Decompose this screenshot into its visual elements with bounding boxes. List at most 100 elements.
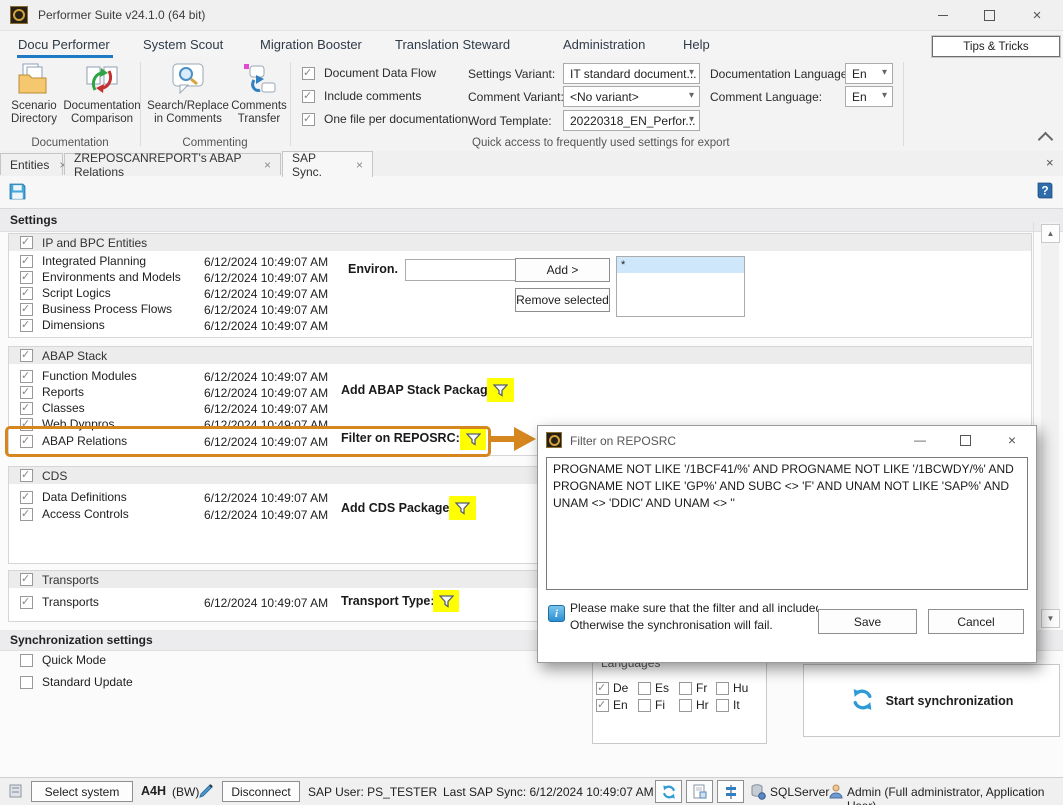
scenario-directory-button[interactable]: Scenario Directory bbox=[4, 62, 64, 126]
language-fr[interactable]: Fr bbox=[679, 681, 707, 695]
checkbox-icon[interactable] bbox=[302, 67, 315, 80]
dialog-maximize-button[interactable] bbox=[949, 426, 981, 454]
section-header-row[interactable]: ABAP Stack bbox=[9, 347, 1031, 364]
language-hr[interactable]: Hr bbox=[679, 698, 709, 712]
close-button[interactable]: × bbox=[1014, 0, 1060, 30]
minimize-button[interactable] bbox=[920, 0, 966, 30]
comment-language-dropdown[interactable]: En bbox=[845, 86, 893, 107]
checkbox-icon[interactable] bbox=[20, 654, 33, 667]
tips-and-tricks-button[interactable]: Tips & Tricks bbox=[932, 36, 1060, 57]
entity-row[interactable]: Transports bbox=[20, 595, 99, 609]
checkbox-icon[interactable] bbox=[20, 469, 33, 482]
settings-compare-button[interactable] bbox=[717, 780, 744, 803]
dialog-close-button[interactable]: × bbox=[996, 426, 1028, 454]
sync-status-button[interactable] bbox=[655, 780, 682, 803]
checkbox-icon[interactable] bbox=[302, 113, 315, 126]
checkbox-icon[interactable] bbox=[20, 349, 33, 362]
checkbox-icon[interactable] bbox=[20, 402, 33, 415]
save-button[interactable]: Save bbox=[818, 609, 917, 634]
checkbox-icon[interactable] bbox=[20, 508, 33, 521]
standard-update-option[interactable]: Standard Update bbox=[20, 675, 133, 689]
entity-row[interactable]: Data Definitions bbox=[20, 490, 127, 504]
comments-transfer-button[interactable]: Comments Transfer bbox=[230, 62, 288, 126]
language-en[interactable]: En bbox=[596, 698, 628, 712]
filter-icon[interactable] bbox=[487, 378, 514, 402]
tab-entities[interactable]: Entities× bbox=[0, 153, 63, 175]
option-one-file-per-documentation[interactable]: One file per documentation bbox=[302, 112, 468, 126]
documentation-language-dropdown[interactable]: En bbox=[845, 63, 893, 84]
entity-row[interactable]: Integrated Planning bbox=[20, 254, 146, 268]
entity-row[interactable]: Classes bbox=[20, 401, 85, 415]
checkbox-icon[interactable] bbox=[638, 682, 651, 695]
save-icon[interactable] bbox=[8, 182, 27, 204]
entity-row[interactable]: Script Logics bbox=[20, 286, 111, 300]
cancel-button[interactable]: Cancel bbox=[928, 609, 1024, 634]
menu-item-help[interactable]: Help bbox=[683, 37, 710, 52]
menu-item-system-scout[interactable]: System Scout bbox=[143, 37, 223, 52]
documentation-comparison-button[interactable]: Documentation Comparison bbox=[62, 62, 142, 126]
scroll-up-icon[interactable]: ▲ bbox=[1041, 224, 1060, 243]
checkbox-icon[interactable] bbox=[596, 699, 609, 712]
comment-variant-dropdown[interactable]: <No variant> bbox=[563, 86, 700, 107]
option-document-data-flow[interactable]: Document Data Flow bbox=[302, 66, 436, 80]
collapse-ribbon-icon[interactable] bbox=[1040, 134, 1051, 145]
checkbox-icon[interactable] bbox=[20, 370, 33, 383]
menu-item-migration-booster[interactable]: Migration Booster bbox=[260, 37, 362, 52]
checkbox-icon[interactable] bbox=[716, 682, 729, 695]
checkbox-icon[interactable] bbox=[20, 271, 33, 284]
select-system-button[interactable]: Select system bbox=[31, 781, 133, 802]
filter-icon[interactable] bbox=[449, 496, 476, 520]
entity-row[interactable]: Reports bbox=[20, 385, 84, 399]
checkbox-icon[interactable] bbox=[679, 699, 692, 712]
help-icon[interactable]: ? bbox=[1036, 181, 1054, 203]
environ-add-button[interactable]: Add > bbox=[515, 258, 610, 282]
filter-icon[interactable] bbox=[433, 590, 459, 612]
entity-row[interactable]: Function Modules bbox=[20, 369, 137, 383]
language-it[interactable]: It bbox=[716, 698, 740, 712]
filter-expression-input[interactable]: PROGNAME NOT LIKE '/1BCF41/%' AND PROGNA… bbox=[546, 457, 1028, 590]
environ-input[interactable] bbox=[405, 259, 517, 281]
checkbox-icon[interactable] bbox=[20, 303, 33, 316]
scroll-down-icon[interactable]: ▼ bbox=[1041, 609, 1060, 628]
export-doc-button[interactable] bbox=[686, 780, 713, 803]
menu-item-translation-steward[interactable]: Translation Steward bbox=[395, 37, 510, 52]
checkbox-icon[interactable] bbox=[20, 386, 33, 399]
dialog-minimize-button[interactable]: — bbox=[904, 426, 936, 454]
settings-variant-dropdown[interactable]: IT standard document... bbox=[563, 63, 700, 84]
environ-list[interactable]: * bbox=[616, 256, 745, 317]
checkbox-icon[interactable] bbox=[596, 682, 609, 695]
option-include-comments[interactable]: Include comments bbox=[302, 89, 421, 103]
checkbox-icon[interactable] bbox=[20, 236, 33, 249]
tab-sap-sync[interactable]: SAP Sync.× bbox=[282, 151, 373, 177]
checkbox-icon[interactable] bbox=[20, 573, 33, 586]
checkbox-icon[interactable] bbox=[638, 699, 651, 712]
checkbox-icon[interactable] bbox=[20, 255, 33, 268]
search-replace-comments-button[interactable]: Search/Replace in Comments bbox=[144, 62, 232, 126]
menu-item-administration[interactable]: Administration bbox=[563, 37, 645, 52]
maximize-button[interactable] bbox=[966, 0, 1012, 30]
settings-scrollbar[interactable]: ▲ ▼ bbox=[1041, 222, 1059, 628]
section-header-row[interactable]: IP and BPC Entities bbox=[9, 234, 1031, 251]
checkbox-icon[interactable] bbox=[20, 319, 33, 332]
menu-item-docu-performer[interactable]: Docu Performer bbox=[18, 37, 110, 52]
entity-row[interactable]: Dimensions bbox=[20, 318, 105, 332]
entity-row[interactable]: Access Controls bbox=[20, 507, 129, 521]
checkbox-icon[interactable] bbox=[302, 90, 315, 103]
tab-close-icon[interactable]: × bbox=[264, 158, 271, 172]
checkbox-icon[interactable] bbox=[679, 682, 692, 695]
checkbox-icon[interactable] bbox=[20, 596, 33, 609]
word-template-dropdown[interactable]: 20220318_EN_Perfor... bbox=[563, 110, 700, 131]
entity-row[interactable]: Environments and Models bbox=[20, 270, 181, 284]
environ-list-item-selected[interactable]: * bbox=[617, 257, 744, 273]
environ-remove-button[interactable]: Remove selected bbox=[515, 288, 610, 312]
quick-mode-option[interactable]: Quick Mode bbox=[20, 653, 106, 667]
language-es[interactable]: Es bbox=[638, 681, 669, 695]
checkbox-icon[interactable] bbox=[20, 287, 33, 300]
start-synchronization-button[interactable]: Start synchronization bbox=[803, 664, 1060, 737]
language-de[interactable]: De bbox=[596, 681, 628, 695]
entity-row[interactable]: Business Process Flows bbox=[20, 302, 172, 316]
language-hu[interactable]: Hu bbox=[716, 681, 748, 695]
tab-close-icon[interactable]: × bbox=[356, 158, 363, 172]
checkbox-icon[interactable] bbox=[716, 699, 729, 712]
language-fi[interactable]: Fi bbox=[638, 698, 665, 712]
